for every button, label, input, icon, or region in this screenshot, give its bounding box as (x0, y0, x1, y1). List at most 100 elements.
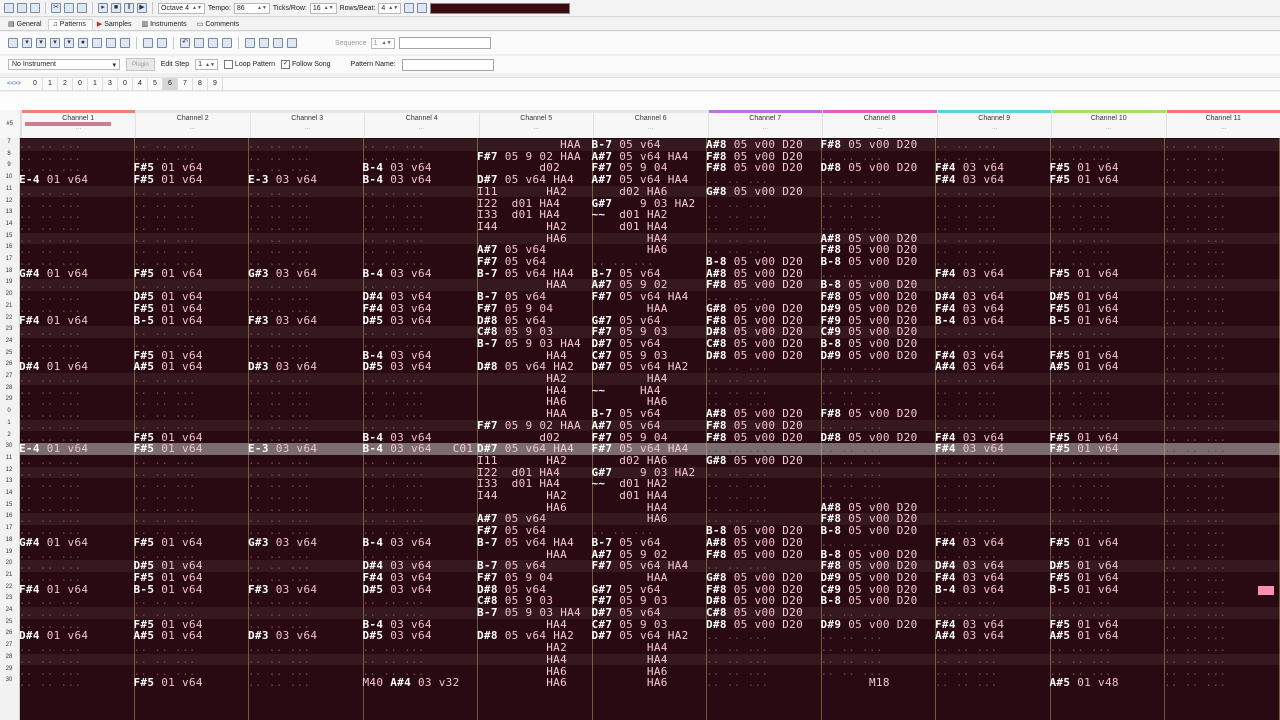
pause-icon[interactable]: ‖ (124, 3, 134, 13)
order-item[interactable]: 1 (43, 78, 58, 90)
spinner-arrows-icon[interactable]: ▲▼ (324, 5, 334, 11)
sequence-name-field[interactable] (398, 37, 491, 49)
sequence-spinner[interactable]: 1 ▲▼ (370, 37, 395, 49)
order-item[interactable]: 3 (103, 78, 118, 90)
loop-pattern-checkbox[interactable]: Loop Pattern (223, 60, 275, 69)
volume-icon[interactable] (245, 38, 255, 48)
pattern-cell[interactable]: .. .. ... (248, 185, 310, 198)
pattern-cell[interactable]: .. .. ... (935, 653, 997, 666)
order-nav-button[interactable]: <<>> (0, 81, 28, 87)
channel-header-6[interactable]: Channel 6 ··· (593, 110, 708, 138)
spinner-arrows-icon[interactable]: ▲▼ (382, 40, 392, 46)
order-item[interactable]: 5 (148, 78, 163, 90)
checkbox-box[interactable] (223, 60, 233, 69)
order-item[interactable]: 8 (193, 78, 208, 90)
play-song-icon[interactable]: ▸ (98, 3, 108, 13)
channel-menu-icon[interactable]: ··· (136, 126, 250, 132)
new-file-icon[interactable] (4, 3, 14, 13)
pattern-cell[interactable]: .. .. ... (134, 653, 196, 666)
tab-comments[interactable]: ▭ Comments (193, 19, 245, 30)
properties-icon[interactable] (120, 38, 130, 48)
channel-header-4[interactable]: Channel 4 ··· (364, 110, 479, 138)
pattern-cell[interactable]: .. .. ... (248, 653, 310, 666)
pattern-cell[interactable]: HA6 (477, 677, 567, 689)
mixer-icon[interactable] (222, 38, 232, 48)
pattern-cell[interactable]: .. .. ... (248, 677, 310, 689)
stop-icon[interactable]: ■ (111, 3, 121, 13)
tab-general[interactable]: ▤ General (4, 19, 48, 30)
pattern-cell[interactable]: G#8 05 v00 D20 (706, 185, 803, 198)
new-pattern-icon[interactable] (8, 38, 18, 48)
spinner-arrows-icon[interactable]: ▲▼ (388, 5, 398, 11)
ticks-per-row-spinner[interactable]: 16 ▲▼ (309, 2, 337, 14)
channel-menu-icon[interactable]: ··· (1167, 126, 1280, 132)
cut-icon[interactable]: ✂ (51, 3, 61, 13)
pattern-cell[interactable]: .. .. ... (935, 185, 997, 198)
order-item[interactable]: 7 (178, 78, 193, 90)
channel-header-8[interactable]: Channel 8 ··· (822, 110, 937, 138)
panic-icon[interactable] (417, 3, 428, 13)
channel-header-9[interactable]: Channel 9 ··· (936, 110, 1052, 138)
metronome-icon[interactable] (404, 3, 415, 13)
arrow-down-icon[interactable]: ▾ (22, 38, 32, 48)
order-item[interactable]: 0 (118, 78, 133, 90)
pattern-cell[interactable]: .. .. ... (363, 185, 425, 198)
channel-header-5[interactable]: Channel 5 ··· (478, 110, 593, 138)
pattern-cell[interactable]: .. .. ... (19, 677, 81, 689)
pattern-cell[interactable]: HA6 (592, 677, 668, 689)
pattern-cell[interactable]: G#4 01 v64 (19, 536, 88, 549)
pattern-grid[interactable]: 7 8 9 10 11 12 13 14 15 16 17 18 19 20 21 22 23 24 25 26 27 2… (0, 138, 1280, 720)
rows-per-beat-spinner[interactable]: 4 ▲▼ (378, 2, 402, 14)
channel-header-3[interactable]: Channel 3 ··· (249, 110, 365, 138)
play-pattern-icon[interactable]: ▶ (137, 3, 147, 13)
pattern-name-field[interactable] (401, 58, 494, 71)
channel-manager-icon[interactable] (194, 38, 204, 48)
pattern-cell[interactable]: .. .. ... (935, 677, 997, 689)
pattern-cell[interactable]: .. .. ... (19, 185, 81, 198)
undo-icon[interactable]: ↶ (180, 38, 190, 48)
pattern-cell[interactable]: .. .. ... (821, 185, 883, 198)
pattern-cell[interactable]: .. .. ... (248, 419, 310, 432)
octave-spinner[interactable]: Octave 4 ▲▼ (158, 2, 205, 14)
order-item[interactable]: 0 (73, 78, 88, 90)
order-item[interactable]: 6 (163, 78, 178, 90)
channel-header-7[interactable]: Channel 7 ··· (707, 110, 823, 138)
spinner-arrows-icon[interactable]: ▲▼ (257, 5, 267, 11)
move-down-icon[interactable]: ▾ (50, 38, 60, 48)
tab-samples[interactable]: ▶ Samples (93, 19, 138, 30)
split-icon[interactable] (273, 38, 283, 48)
channel-menu-icon[interactable]: ··· (594, 126, 708, 132)
checkmark-icon[interactable]: ✓ (281, 60, 291, 69)
order-item[interactable]: 2 (58, 78, 73, 90)
pattern-cell[interactable]: .. .. ... (1164, 677, 1226, 689)
pattern-cell[interactable]: .. .. ... (706, 677, 768, 689)
tab-instruments[interactable]: ▥ Instruments (137, 19, 192, 30)
effect-icon[interactable] (157, 38, 167, 48)
pattern-cell[interactable]: .. .. ... (1164, 653, 1226, 666)
insert-icon[interactable]: ▾ (36, 38, 46, 48)
spinner-arrows-icon[interactable]: ▲▼ (205, 62, 215, 68)
pattern-cell[interactable]: A#5 01 v48 (1050, 677, 1119, 689)
pattern-cell[interactable]: .. .. ... (1050, 185, 1112, 198)
pattern-cell[interactable]: .. .. ... (821, 653, 883, 666)
channel-menu-icon[interactable]: ··· (22, 126, 136, 132)
order-item[interactable]: 9 (208, 78, 223, 90)
grid-icon[interactable] (92, 38, 102, 48)
channel-menu-icon[interactable]: ··· (709, 126, 823, 132)
pattern-cell[interactable]: .. .. ... (1050, 653, 1112, 666)
filter-icon[interactable]: ▾ (64, 38, 74, 48)
pattern-cell[interactable]: .. .. ... (363, 653, 425, 666)
pattern-cell[interactable]: .. .. ... (19, 653, 81, 666)
channel-menu-icon[interactable]: ··· (251, 126, 365, 132)
pattern-cell[interactable]: M40 A#4 03 v32 (363, 677, 460, 689)
copy-icon[interactable] (64, 3, 74, 13)
channel-header-10[interactable]: Channel 10 ··· (1051, 110, 1166, 138)
instrument-select[interactable]: No Instrument ▾ (8, 59, 120, 70)
channel-menu-icon[interactable]: ··· (365, 126, 479, 132)
channel-menu-icon[interactable]: ··· (1052, 126, 1166, 132)
channel-header-1[interactable]: Channel 1 ··· (20, 110, 136, 138)
channel-menu-icon[interactable]: ··· (938, 126, 1052, 132)
channel-header-11[interactable]: Channel 11 ··· (1165, 110, 1280, 138)
order-item[interactable]: 1 (88, 78, 103, 90)
pattern-cell[interactable]: .. .. ... (1164, 185, 1226, 198)
